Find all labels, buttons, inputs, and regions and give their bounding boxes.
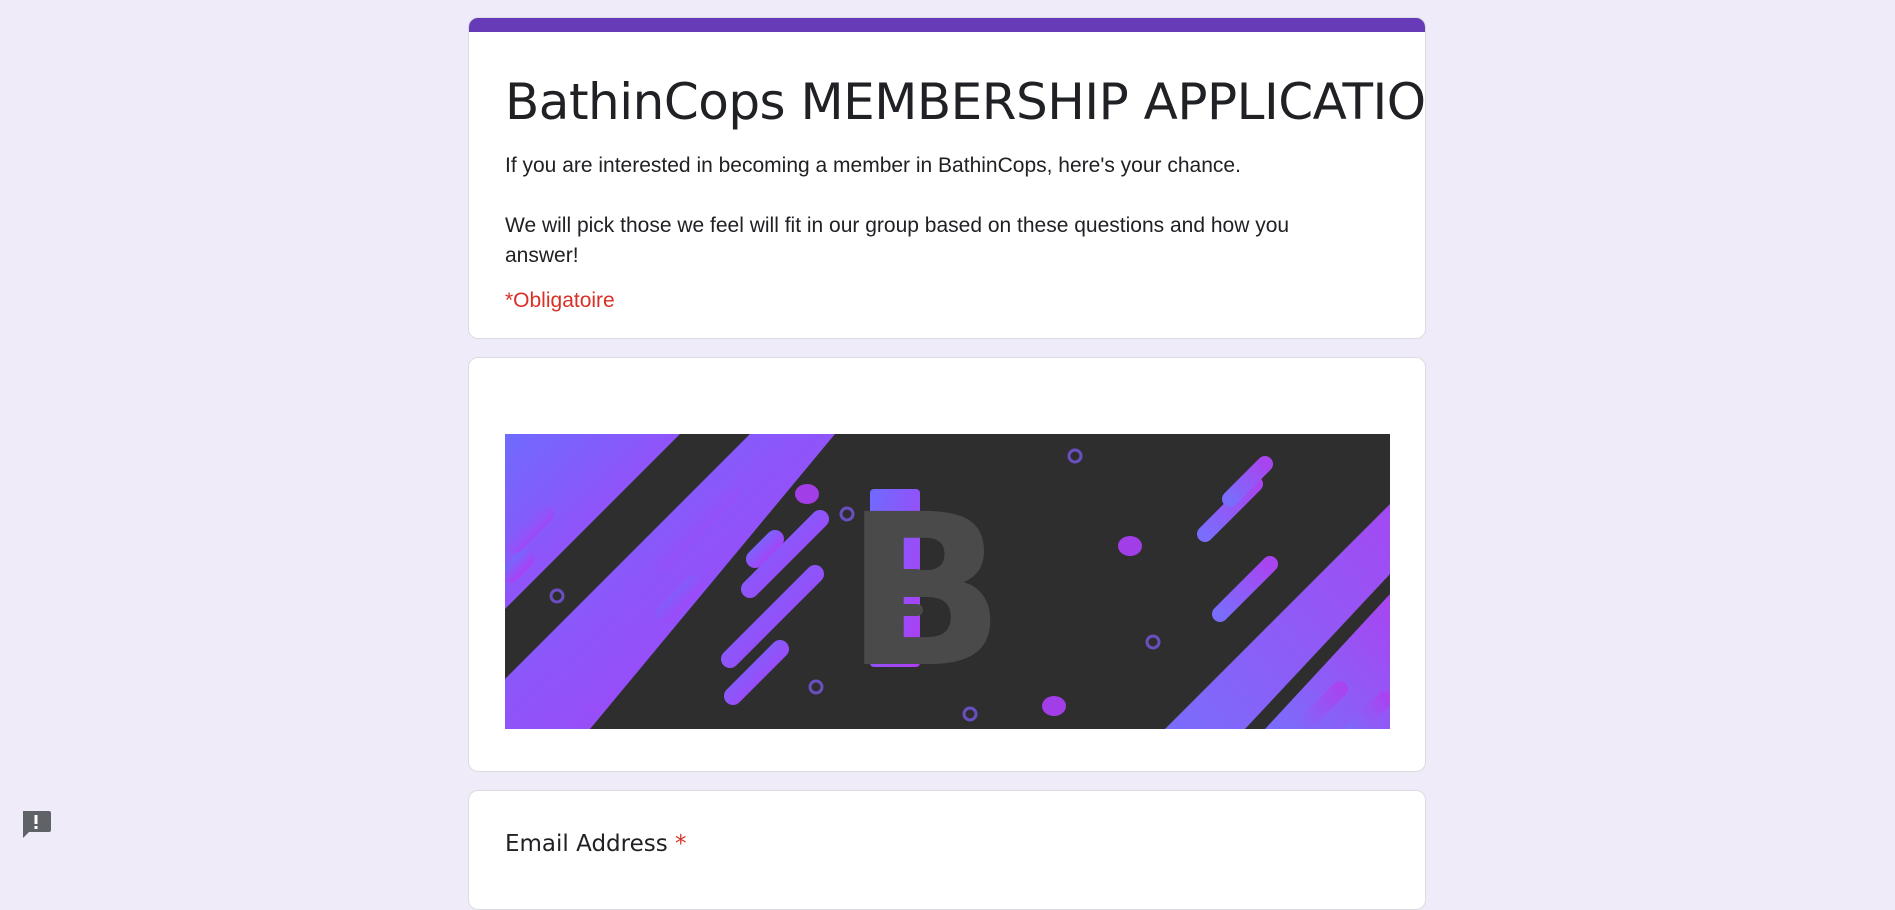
banner-image: B: [505, 434, 1390, 729]
report-feedback-icon: [23, 811, 51, 838]
banner-letter: B: [845, 469, 1005, 714]
report-feedback-button[interactable]: [20, 809, 52, 839]
required-asterisk: *: [675, 831, 687, 857]
required-note: *Obligatoire: [505, 289, 615, 312]
form-description-line-1: If you are interested in becoming a memb…: [505, 154, 1241, 177]
question-label-email: Email Address *: [505, 831, 687, 857]
accent-bar: [469, 18, 1425, 32]
question-card-email: Email Address *: [468, 790, 1426, 910]
banner-image-card: B: [468, 357, 1426, 772]
form-description-line-2: We will pick those we feel will fit in o…: [505, 214, 1290, 267]
form-title: BathinCops MEMBERSHIP APPLICATION: [505, 73, 1426, 131]
question-title: Email Address: [505, 831, 668, 857]
form-header-card: BathinCops MEMBERSHIP APPLICATION If you…: [468, 17, 1426, 339]
